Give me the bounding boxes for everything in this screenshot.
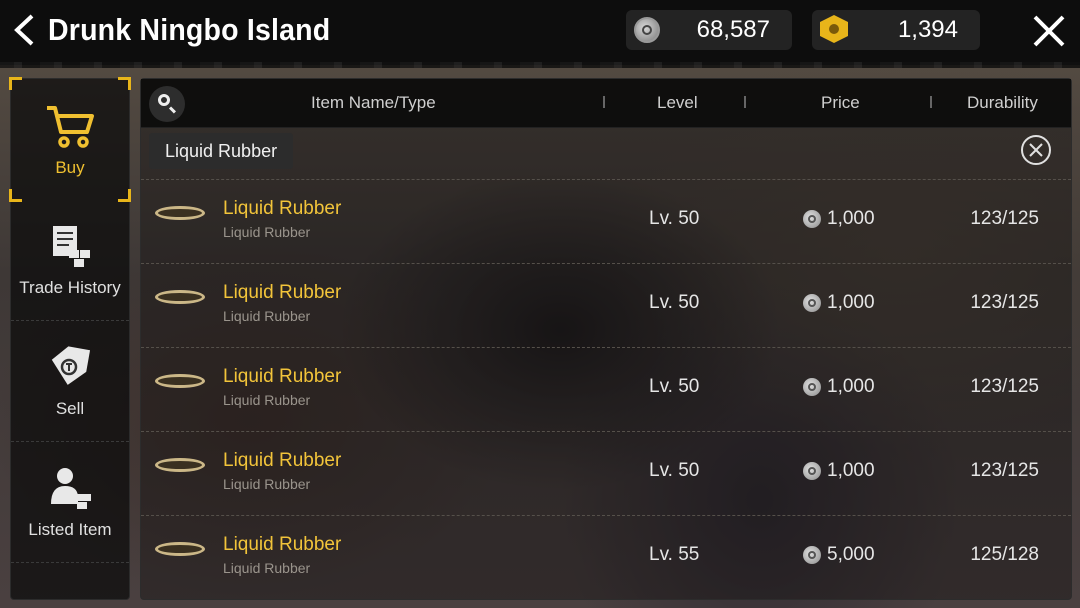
table-row[interactable]: Liquid Rubber Liquid Rubber Lv. 55 5,000… bbox=[141, 515, 1071, 599]
item-name: Liquid Rubber bbox=[223, 534, 342, 555]
item-price-value: 1,000 bbox=[827, 376, 875, 397]
table-row[interactable]: Liquid Rubber Liquid Rubber Lv. 50 1,000… bbox=[141, 263, 1071, 347]
listed-item-icon bbox=[51, 468, 91, 509]
table-header: Item Name/Type Level Price Durability bbox=[141, 79, 1071, 128]
item-durability: 123/125 bbox=[970, 292, 1039, 313]
silver-coin-icon bbox=[803, 294, 821, 312]
sidebar: Buy Trade History Sell Listed Item bbox=[9, 77, 131, 600]
silver-coin-icon bbox=[803, 210, 821, 228]
table-row[interactable]: Liquid Rubber Liquid Rubber Lv. 50 1,000… bbox=[141, 347, 1071, 431]
search-filter-chip[interactable]: Liquid Rubber bbox=[149, 133, 294, 169]
chevron-left-icon bbox=[14, 14, 34, 46]
trade-history-icon bbox=[53, 226, 90, 267]
item-name: Liquid Rubber bbox=[223, 366, 342, 387]
silver-coin-icon bbox=[803, 378, 821, 396]
item-name: Liquid Rubber bbox=[223, 198, 342, 219]
item-price: 1,000 bbox=[803, 376, 875, 398]
item-price: 1,000 bbox=[803, 460, 875, 482]
liquid-rubber-icon bbox=[155, 542, 205, 572]
item-type: Liquid Rubber bbox=[223, 224, 311, 240]
back-button[interactable] bbox=[6, 10, 42, 50]
clear-filter-button[interactable] bbox=[1021, 135, 1051, 165]
gold-balance: 1,394 bbox=[812, 10, 980, 50]
liquid-rubber-icon bbox=[155, 206, 205, 236]
sidebar-item-label: Buy bbox=[55, 157, 85, 177]
cart-icon bbox=[47, 105, 94, 148]
item-price-value: 1,000 bbox=[827, 292, 875, 313]
column-divider bbox=[603, 96, 605, 108]
price-tag-icon bbox=[51, 346, 91, 385]
table-row[interactable]: Liquid Rubber Liquid Rubber Lv. 50 1,000… bbox=[141, 179, 1071, 263]
liquid-rubber-icon bbox=[155, 374, 205, 404]
item-price: 5,000 bbox=[803, 544, 875, 566]
item-durability: 123/125 bbox=[970, 208, 1039, 229]
item-level: Lv. 50 bbox=[649, 208, 700, 229]
sidebar-item-label: Listed Item bbox=[28, 520, 112, 539]
column-divider bbox=[930, 96, 932, 108]
column-header-name[interactable]: Item Name/Type bbox=[311, 93, 436, 113]
item-price: 1,000 bbox=[803, 292, 875, 314]
top-bar: Drunk Ningbo Island 68,587 1,394 bbox=[0, 0, 1080, 68]
item-price-value: 5,000 bbox=[827, 544, 875, 565]
sidebar-item-trade-history[interactable]: Trade History bbox=[11, 200, 129, 321]
item-price-value: 1,000 bbox=[827, 460, 875, 481]
silver-coin-icon bbox=[803, 462, 821, 480]
item-durability: 123/125 bbox=[970, 376, 1039, 397]
column-header-price[interactable]: Price bbox=[821, 93, 860, 113]
item-price-value: 1,000 bbox=[827, 208, 875, 229]
selection-corner bbox=[9, 77, 22, 90]
selection-corner bbox=[118, 77, 131, 90]
close-icon bbox=[1033, 15, 1065, 47]
item-name: Liquid Rubber bbox=[223, 282, 342, 303]
item-level: Lv. 55 bbox=[649, 544, 700, 565]
silver-balance: 68,587 bbox=[626, 10, 792, 50]
sidebar-item-label: Sell bbox=[55, 399, 85, 418]
silver-coin-icon bbox=[803, 546, 821, 564]
column-header-level[interactable]: Level bbox=[657, 93, 698, 113]
item-type: Liquid Rubber bbox=[223, 308, 311, 324]
silver-amount: 68,587 bbox=[696, 16, 770, 43]
close-icon bbox=[1029, 143, 1043, 157]
page-title: Drunk Ningbo Island bbox=[48, 12, 331, 47]
sidebar-item-buy[interactable]: Buy bbox=[9, 77, 131, 202]
close-button[interactable] bbox=[1026, 8, 1072, 54]
liquid-rubber-icon bbox=[155, 458, 205, 488]
sidebar-item-label: Trade History bbox=[19, 278, 121, 297]
item-type: Liquid Rubber bbox=[223, 476, 311, 492]
gold-coin-icon bbox=[820, 15, 848, 43]
item-level: Lv. 50 bbox=[649, 376, 700, 397]
silver-coin-icon bbox=[634, 17, 660, 43]
item-durability: 125/128 bbox=[970, 544, 1039, 565]
item-type: Liquid Rubber bbox=[223, 392, 311, 408]
item-level: Lv. 50 bbox=[649, 292, 700, 313]
item-level: Lv. 50 bbox=[649, 460, 700, 481]
search-icon[interactable] bbox=[149, 86, 185, 122]
item-price: 1,000 bbox=[803, 208, 875, 230]
column-divider bbox=[744, 96, 746, 108]
market-list-panel: Item Name/Type Level Price Durability Li… bbox=[140, 78, 1072, 600]
column-header-durability[interactable]: Durability bbox=[967, 93, 1038, 113]
liquid-rubber-icon bbox=[155, 290, 205, 320]
item-durability: 123/125 bbox=[970, 460, 1039, 481]
item-type: Liquid Rubber bbox=[223, 560, 311, 576]
sidebar-item-sell[interactable]: Sell bbox=[11, 321, 129, 442]
table-row[interactable]: Liquid Rubber Liquid Rubber Lv. 50 1,000… bbox=[141, 431, 1071, 515]
gold-amount: 1,394 bbox=[897, 16, 958, 43]
item-name: Liquid Rubber bbox=[223, 450, 342, 471]
filter-row: Liquid Rubber bbox=[141, 127, 1071, 175]
sidebar-item-listed-item[interactable]: Listed Item bbox=[11, 442, 129, 563]
